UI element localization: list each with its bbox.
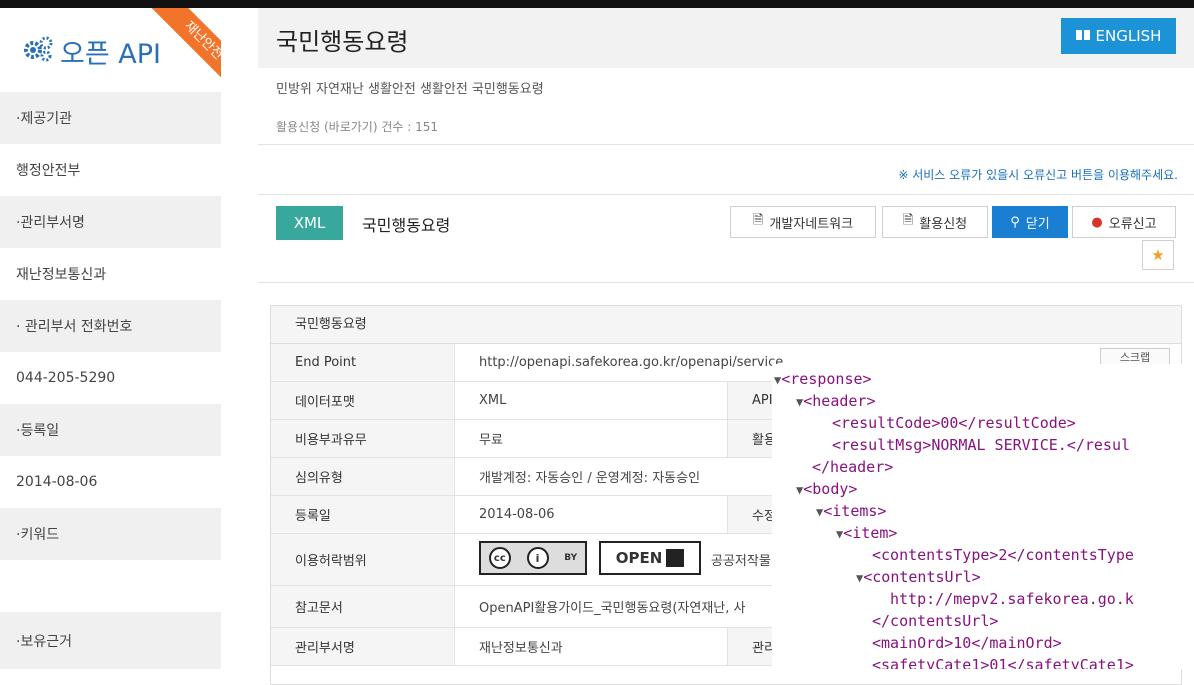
sidebar-label-phone: · 관리부서 전화번호 <box>0 300 221 352</box>
english-button[interactable]: ENGLISH <box>1061 18 1176 54</box>
row-value: 개발계정: 자동승인 / 운영계정: 자동승인 <box>479 471 701 486</box>
open-label: OPEN <box>615 549 663 567</box>
xml-line: ▼<contentsUrl> <box>856 568 981 586</box>
row-label: 비용부과유무 <box>271 420 455 457</box>
divider <box>258 194 1194 195</box>
row-label: 참고문서 <box>271 586 455 627</box>
top-bar <box>0 0 1194 8</box>
alert-icon: ● <box>1091 214 1103 230</box>
sidebar-label-provider: ·제공기관 <box>0 92 221 144</box>
sidebar-label-department: ·관리부서명 <box>0 196 221 248</box>
divider <box>258 144 1194 145</box>
row-label: 이용허락범위 <box>271 534 455 585</box>
xml-line: ▼<response> <box>774 370 872 388</box>
report-label: 오류신고 <box>1108 216 1157 232</box>
row-value: 무료 <box>479 433 503 448</box>
api-name: 국민행동요령 <box>362 216 451 235</box>
close-label: 닫기 <box>1025 216 1050 232</box>
row-label: 관리부서명 <box>271 628 455 665</box>
xml-line: <resultCode>00</resultCode> <box>832 414 1076 432</box>
favorite-star-icon[interactable]: ★ <box>1142 240 1174 270</box>
row-label: 등록일 <box>271 496 455 533</box>
xml-line: <resultMsg>NORMAL SERVICE.</resul <box>832 436 1131 454</box>
row-value: 2014-08-06 <box>479 507 555 522</box>
document-icon: 🗎 <box>902 213 914 228</box>
xml-text: http://mepv2.safekorea.go.k <box>890 590 1134 608</box>
gears-icon <box>22 34 54 68</box>
sidebar-value-regdate: 2014-08-06 <box>16 474 98 490</box>
sidebar-logo[interactable]: 오픈 API 재난안전 <box>0 8 221 92</box>
xml-line: ▼<header> <box>796 392 876 410</box>
sidebar-value-department: 재난정보통신과 <box>16 267 107 283</box>
xml-response-viewer[interactable]: ▼<response> ▼<header> <resultCode>00</re… <box>772 364 1194 669</box>
cc-by-license-icon: cc i BY <box>479 541 587 575</box>
row-label: End Point <box>271 344 455 381</box>
dev-network-label: 개발자네트워크 <box>769 216 854 232</box>
sidebar-label-regdate: ·등록일 <box>0 404 221 456</box>
error-notice: ※ 서비스 오류가 있을시 오류신고 버튼을 이용해주세요. <box>898 168 1178 182</box>
row-value: 재난정보통신과 <box>479 641 563 656</box>
dev-network-button[interactable]: 🗎 개발자네트워크 <box>730 206 876 238</box>
sidebar: 오픈 API 재난안전 ·제공기관 행정안전부 ·관리부서명 재난정보통신과 ·… <box>0 8 221 669</box>
xml-line: ▼<body> <box>796 480 858 498</box>
sidebar-label-keyword: ·키워드 <box>0 508 221 560</box>
xml-line: ▼<item> <box>836 524 898 542</box>
cc-label: BY <box>564 553 578 563</box>
panel-title: 국민행동요령 <box>271 306 1181 344</box>
row-value: XML <box>479 393 507 408</box>
usage-count[interactable]: 활용신청 (바로가기) 건수 : 151 <box>276 118 438 135</box>
page-title: 국민행동요령 <box>276 28 409 56</box>
row-value: 공공저작물 <box>711 554 771 569</box>
format-badge: XML <box>276 206 343 240</box>
apply-label: 활용신청 <box>919 216 968 232</box>
page-header: 국민행동요령 ENGLISH <box>258 8 1194 68</box>
kogl-open-license-icon: OPEN <box>599 541 701 575</box>
xml-line: <contentsType>2</contentsType <box>872 546 1134 564</box>
xml-line: ▼<items> <box>816 502 887 520</box>
api-description: 민방위 자연재난 생활안전 생활안전 국민행동요령 <box>276 82 544 97</box>
sidebar-label-basis: ·보유근거 <box>0 612 221 669</box>
reference-doc-link[interactable]: OpenAPI활용가이드_국민행동요령(자연재난, 사 <box>479 586 746 627</box>
sidebar-value-provider: 행정안전부 <box>16 163 81 179</box>
endpoint-url[interactable]: http://openapi.safekorea.go.kr/openapi/s… <box>479 344 783 381</box>
report-error-button[interactable]: ● 오류신고 <box>1072 206 1176 238</box>
row-label: 데이터포맷 <box>271 382 455 419</box>
xml-line: </contentsUrl> <box>872 612 999 630</box>
sidebar-title: 오픈 API <box>60 39 161 70</box>
english-button-label: ENGLISH <box>1095 27 1162 45</box>
sidebar-value-phone: 044-205-5290 <box>16 370 116 386</box>
apply-button[interactable]: 🗎 활용신청 <box>882 206 988 238</box>
row-label: 심의유형 <box>271 458 455 495</box>
close-button[interactable]: ⚲ 닫기 <box>992 206 1068 238</box>
sidebar-value-keyword <box>0 560 221 612</box>
search-icon: ⚲ <box>1010 214 1020 230</box>
xml-line: <safetyCate1>01</safetyCate1> <box>872 656 1134 669</box>
xml-line: </header> <box>812 458 894 476</box>
book-icon <box>1075 27 1090 45</box>
divider <box>258 282 1194 283</box>
xml-line: <mainOrd>10</mainOrd> <box>872 634 1062 652</box>
document-icon: 🗎 <box>752 213 764 228</box>
